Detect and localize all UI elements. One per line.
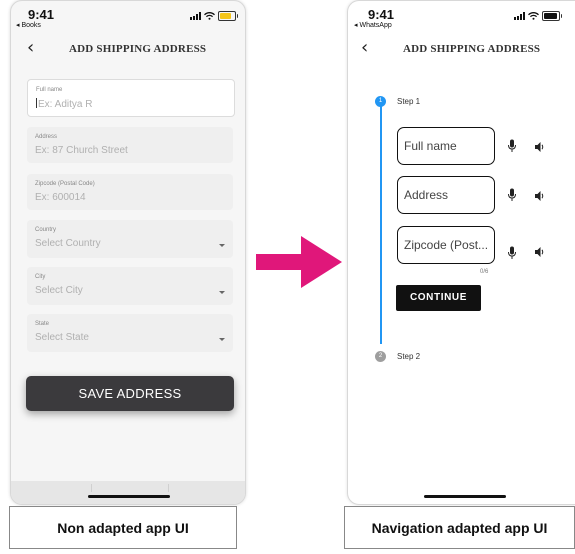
field-label: Full name: [36, 87, 63, 93]
full-name-field[interactable]: Full name Ex: Aditya R: [27, 79, 235, 117]
status-time: 9:41: [28, 7, 55, 22]
speaker-icon[interactable]: [534, 190, 546, 202]
field-label: Zipcode (Postal Code): [35, 181, 95, 187]
state-select[interactable]: State Select State: [27, 314, 233, 352]
status-time: 9:41: [368, 7, 395, 22]
back-chevron-icon[interactable]: ‹: [361, 39, 368, 57]
step-1-indicator[interactable]: 1: [375, 96, 386, 107]
bottom-bar: [11, 481, 245, 504]
home-indicator[interactable]: [88, 495, 170, 498]
country-select[interactable]: Country Select Country: [27, 220, 233, 258]
field-label: Address: [35, 134, 58, 140]
zipcode-char-counter: 0/6: [480, 269, 489, 275]
zipcode-field[interactable]: Zipcode (Post...: [397, 226, 495, 264]
navigation-adapted-phone: 9:41 ◂ WhatsApp ‹ ADD SHIPPING ADDRESS 1…: [347, 0, 575, 505]
status-icons: [190, 11, 238, 21]
step-progress-line: [380, 106, 382, 344]
save-address-button[interactable]: SAVE ADDRESS: [26, 376, 234, 411]
mic-icon[interactable]: [507, 188, 517, 202]
status-icons: [514, 11, 562, 21]
field-placeholder: Select Country: [35, 238, 101, 249]
status-back-app[interactable]: ◂ WhatsApp: [354, 21, 392, 29]
field-placeholder: Ex: Aditya R: [36, 98, 93, 110]
non-adapted-phone: 9:41 ◂ Books ‹ ADD SHIPPING ADDRESS Full…: [10, 0, 246, 505]
mic-icon[interactable]: [507, 139, 517, 153]
dropdown-arrow-icon: [219, 338, 225, 341]
field-placeholder: Select City: [35, 285, 83, 296]
field-placeholder: Ex: 600014: [35, 192, 86, 203]
step-2-indicator[interactable]: 2: [375, 351, 386, 362]
caption-navigation-adapted: Navigation adapted app UI: [344, 506, 575, 549]
home-indicator[interactable]: [424, 495, 506, 498]
step-1-label[interactable]: Step 1: [397, 97, 420, 106]
field-placeholder: Address: [404, 188, 449, 202]
field-placeholder: Zipcode (Post...: [404, 238, 489, 252]
field-placeholder: Ex: 87 Church Street: [35, 145, 128, 156]
address-field[interactable]: Address Ex: 87 Church Street: [27, 127, 233, 163]
full-name-field[interactable]: Full name: [397, 127, 495, 165]
step-2-label[interactable]: Step 2: [397, 352, 420, 361]
battery-icon: [218, 11, 238, 21]
battery-icon: [542, 11, 562, 21]
field-label: City: [35, 274, 46, 280]
field-label: State: [35, 321, 50, 327]
signal-icon: [190, 12, 201, 20]
dropdown-arrow-icon: [219, 244, 225, 247]
field-placeholder: Full name: [404, 139, 457, 153]
address-field[interactable]: Address: [397, 176, 495, 214]
zipcode-field[interactable]: Zipcode (Postal Code) Ex: 600014: [27, 174, 233, 210]
field-placeholder: Select State: [35, 332, 89, 343]
status-back-app[interactable]: ◂ Books: [16, 21, 41, 29]
wifi-icon: [204, 12, 215, 20]
caption-non-adapted: Non adapted app UI: [9, 506, 237, 549]
signal-icon: [514, 12, 525, 20]
city-select[interactable]: City Select City: [27, 267, 233, 305]
mic-icon[interactable]: [507, 246, 517, 260]
speaker-icon[interactable]: [534, 141, 546, 153]
speaker-icon[interactable]: [534, 246, 546, 258]
page-title: ADD SHIPPING ADDRESS: [69, 43, 207, 55]
continue-button[interactable]: CONTINUE: [396, 285, 481, 311]
back-chevron-icon[interactable]: ‹: [27, 39, 34, 57]
field-label: Country: [35, 227, 57, 233]
wifi-icon: [528, 12, 539, 20]
page-title: ADD SHIPPING ADDRESS: [403, 43, 541, 55]
transition-arrow-icon: [256, 236, 342, 288]
dropdown-arrow-icon: [219, 291, 225, 294]
